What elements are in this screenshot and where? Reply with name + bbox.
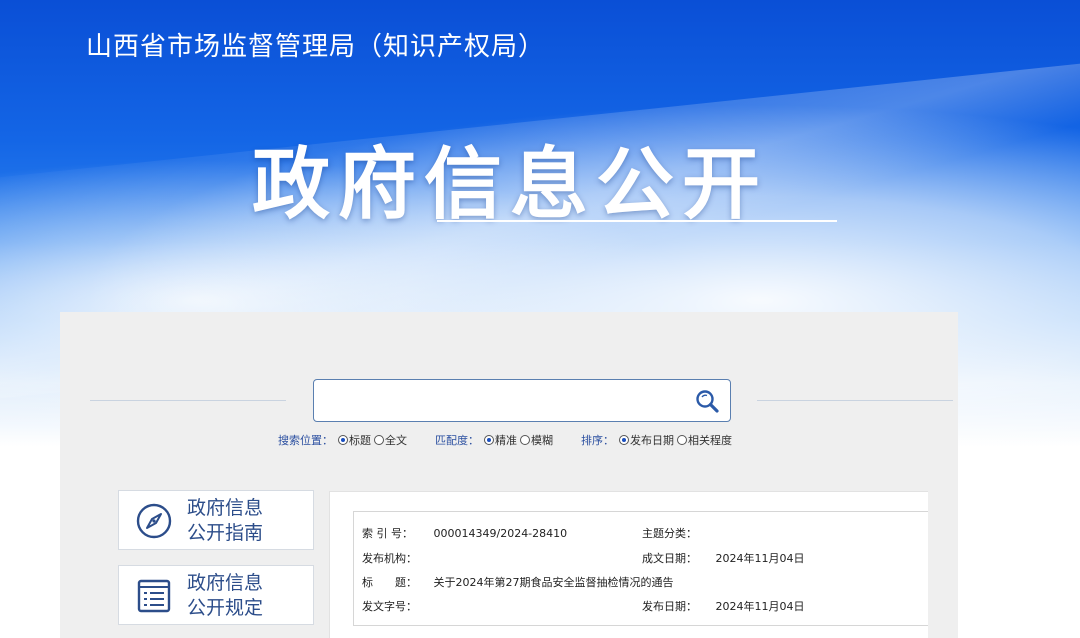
radio-fulltext[interactable] xyxy=(374,435,384,445)
meta-written-date-label: 成文日期： xyxy=(642,552,697,565)
meta-index-no: 索 引 号： 000014349/2024-28410 xyxy=(362,525,567,541)
radio-exact[interactable] xyxy=(484,435,494,445)
radio-title[interactable] xyxy=(338,435,348,445)
search-position-label: 搜索位置： xyxy=(278,434,333,447)
radio-publish-date-label: 发布日期 xyxy=(630,434,674,447)
title-underline xyxy=(437,220,837,222)
search-icon[interactable] xyxy=(694,388,720,414)
compass-icon xyxy=(136,503,172,539)
sidebar-rules-line2: 公开规定 xyxy=(187,597,264,619)
meta-publisher: 发布机构： xyxy=(362,550,434,566)
sort-label: 排序： xyxy=(581,434,614,447)
page-title: 政府信息公开 xyxy=(252,140,769,230)
meta-doc-no-label: 发文字号： xyxy=(362,600,417,613)
meta-topic-label: 主题分类： xyxy=(642,527,697,540)
meta-title-value[interactable]: 关于2024年第27期食品安全监督抽检情况的通告 xyxy=(434,574,674,590)
radio-fuzzy-label: 模糊 xyxy=(531,434,553,447)
radio-publish-date[interactable] xyxy=(619,435,629,445)
match-label: 匹配度： xyxy=(435,434,479,447)
sort-group: 排序： 发布日期 相关程度 xyxy=(581,432,732,448)
meta-written-date: 成文日期： 2024年11月04日 xyxy=(642,550,805,566)
search-input[interactable] xyxy=(322,386,682,416)
sidebar-item-guide[interactable]: 政府信息 公开指南 xyxy=(118,490,314,550)
sidebar-item-guide-label: 政府信息 公开指南 xyxy=(187,496,307,546)
radio-relevance-label: 相关程度 xyxy=(688,434,732,447)
sidebar-item-rules-label: 政府信息 公开规定 xyxy=(187,571,307,621)
divider-right xyxy=(757,400,953,401)
sidebar-rules-line1: 政府信息 xyxy=(187,572,264,594)
meta-title: 标 题： 关于2024年第27期食品安全监督抽检情况的通告 xyxy=(362,574,674,590)
sidebar-guide-line2: 公开指南 xyxy=(187,522,264,544)
meta-doc-no: 发文字号： xyxy=(362,598,434,614)
search-box xyxy=(313,379,731,422)
meta-title-label: 标 题： xyxy=(362,576,417,589)
match-group: 匹配度： 精准 模糊 xyxy=(435,432,553,448)
radio-fuzzy[interactable] xyxy=(520,435,530,445)
search-position-group: 搜索位置： 标题 全文 xyxy=(278,432,407,448)
meta-publisher-label: 发布机构： xyxy=(362,552,417,565)
sidebar-guide-line1: 政府信息 xyxy=(187,497,264,519)
meta-publish-date: 发布日期： 2024年11月04日 xyxy=(642,598,805,614)
radio-exact-label: 精准 xyxy=(495,434,517,447)
radio-relevance[interactable] xyxy=(677,435,687,445)
meta-publish-date-value: 2024年11月04日 xyxy=(715,600,805,613)
meta-topic: 主题分类： xyxy=(642,525,701,541)
meta-publish-date-label: 发布日期： xyxy=(642,600,697,613)
sidebar-item-rules[interactable]: 政府信息 公开规定 xyxy=(118,565,314,625)
site-title[interactable]: 山西省市场监督管理局（知识产权局） xyxy=(86,26,545,63)
meta-index-no-label: 索 引 号： xyxy=(362,527,413,540)
meta-index-no-value: 000014349/2024-28410 xyxy=(433,527,568,540)
radio-title-label: 标题 xyxy=(349,434,371,447)
document-list-icon xyxy=(137,579,171,613)
search-options: 搜索位置： 标题 全文 匹配度： 精准 模糊 排序： 发布日期 相关程度 xyxy=(278,432,760,448)
divider-left xyxy=(90,400,286,401)
meta-written-date-value: 2024年11月04日 xyxy=(715,552,805,565)
radio-fulltext-label: 全文 xyxy=(385,434,407,447)
